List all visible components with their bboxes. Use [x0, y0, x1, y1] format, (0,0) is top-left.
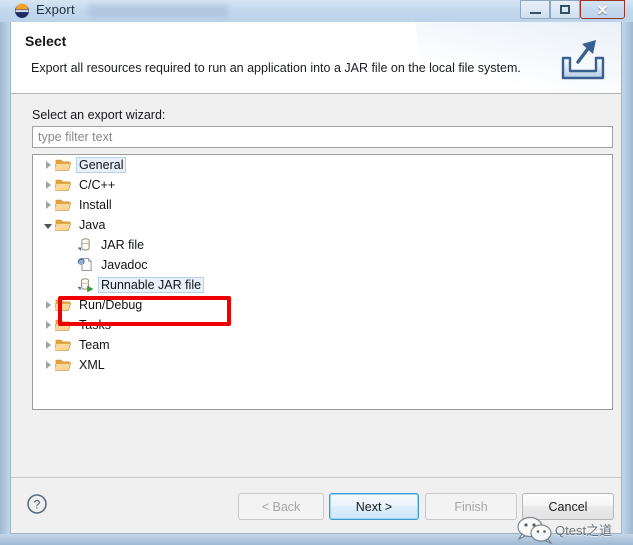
eclipse-icon	[15, 3, 29, 18]
export-wizard-tree[interactable]: General C/C++ Install Java JAR file @ Javadoc R…	[32, 154, 613, 410]
tree-item-label: XML	[79, 358, 105, 372]
page-description: Export all resources required to run an …	[31, 61, 521, 75]
folder-icon	[55, 219, 72, 231]
expand-arrow-icon[interactable]	[45, 361, 51, 369]
tree-item-label: Run/Debug	[79, 298, 143, 312]
tree-item-label: Runnable JAR file	[98, 277, 205, 293]
expand-arrow-icon[interactable]	[45, 301, 51, 309]
tree-toggle[interactable]	[63, 255, 77, 275]
tree-item-javadoc[interactable]: @ Javadoc	[33, 255, 612, 275]
folder-icon	[55, 299, 72, 311]
title-bar-ghost-text	[88, 4, 228, 17]
tree-item-label: Team	[79, 338, 110, 352]
folder-icon	[55, 339, 72, 351]
tree-item-java[interactable]: Java	[33, 215, 612, 235]
tree-item-runnable-jar-file[interactable]: Runnable JAR file	[33, 275, 612, 295]
tree-item-tasks[interactable]: Tasks	[33, 315, 612, 335]
expand-arrow-icon[interactable]	[45, 341, 51, 349]
expand-arrow-icon[interactable]	[45, 181, 51, 189]
window-border-left	[0, 0, 10, 545]
tree-toggle[interactable]	[41, 295, 55, 315]
folder-icon	[55, 159, 72, 171]
tree-item-xml[interactable]: XML	[33, 355, 612, 375]
tree-item-label: General	[76, 157, 127, 173]
expand-arrow-icon[interactable]	[45, 161, 51, 169]
tree-toggle[interactable]	[41, 155, 55, 175]
folder-icon	[55, 359, 72, 371]
close-button[interactable]: ✕	[580, 0, 625, 19]
tree-item-c-c[interactable]: C/C++	[33, 175, 612, 195]
tree-toggle[interactable]	[41, 355, 55, 375]
javadoc-icon: @	[77, 258, 92, 272]
tree-toggle[interactable]	[63, 235, 77, 255]
expand-arrow-icon[interactable]	[45, 321, 51, 329]
tree-item-label: C/C++	[79, 178, 116, 192]
folder-icon	[55, 199, 72, 211]
export-dialog-window: Export ✕ Select Export all resources req…	[0, 0, 633, 545]
folder-icon	[55, 179, 72, 191]
svg-text:@: @	[79, 260, 84, 266]
help-question-icon[interactable]: ?	[26, 493, 48, 515]
expand-arrow-icon[interactable]	[45, 201, 51, 209]
window-title: Export	[36, 2, 75, 17]
dialog-client-area: Select Export all resources required to …	[10, 22, 622, 545]
runnable-jar-icon	[78, 278, 94, 293]
tree-toggle[interactable]	[41, 175, 55, 195]
maximize-button[interactable]	[550, 0, 580, 19]
tree-toggle[interactable]	[63, 275, 77, 295]
tree-item-jar-file[interactable]: JAR file	[33, 235, 612, 255]
jar-file-icon	[78, 238, 90, 251]
export-wizard-icon	[561, 40, 605, 80]
finish-button-label: Finish	[454, 499, 488, 514]
tree-toggle[interactable]	[41, 215, 55, 235]
tree-row-list: General C/C++ Install Java JAR file @ Javadoc R…	[33, 155, 612, 375]
tree-item-label: Tasks	[79, 318, 111, 332]
folder-icon	[55, 319, 72, 331]
finish-button[interactable]: Finish	[425, 493, 517, 520]
page-title: Select	[25, 33, 67, 49]
wizard-list-label: Select an export wizard:	[32, 108, 166, 122]
filter-input[interactable]	[32, 126, 613, 148]
tree-item-label: Install	[79, 198, 112, 212]
tree-item-label: Java	[79, 218, 106, 232]
window-border-bottom	[0, 534, 633, 545]
title-bar[interactable]: Export ✕	[0, 0, 633, 22]
window-border-right	[622, 0, 633, 545]
collapse-arrow-icon[interactable]	[44, 224, 52, 229]
tree-toggle[interactable]	[41, 335, 55, 355]
tree-item-label: JAR file	[101, 238, 145, 252]
close-icon: ✕	[596, 1, 609, 18]
wizard-header: Select Export all resources required to …	[11, 22, 621, 94]
minimize-button[interactable]	[520, 0, 550, 19]
svg-text:?: ?	[34, 498, 41, 512]
button-bar-separator	[11, 477, 621, 478]
back-button[interactable]: < Back	[238, 493, 324, 520]
next-button[interactable]: Next >	[329, 493, 419, 520]
tree-item-general[interactable]: General	[33, 155, 612, 175]
tree-item-run-debug[interactable]: Run/Debug	[33, 295, 612, 315]
tree-item-label: Javadoc	[101, 258, 148, 272]
tree-toggle[interactable]	[41, 195, 55, 215]
maximize-icon	[560, 5, 570, 14]
next-button-label: Next >	[355, 499, 393, 514]
tree-item-install[interactable]: Install	[33, 195, 612, 215]
cancel-button[interactable]: Cancel	[522, 493, 614, 520]
back-button-label: < Back	[261, 499, 301, 514]
tree-item-team[interactable]: Team	[33, 335, 612, 355]
tree-toggle[interactable]	[41, 315, 55, 335]
minimize-icon	[529, 11, 541, 14]
cancel-button-label: Cancel	[548, 499, 588, 514]
